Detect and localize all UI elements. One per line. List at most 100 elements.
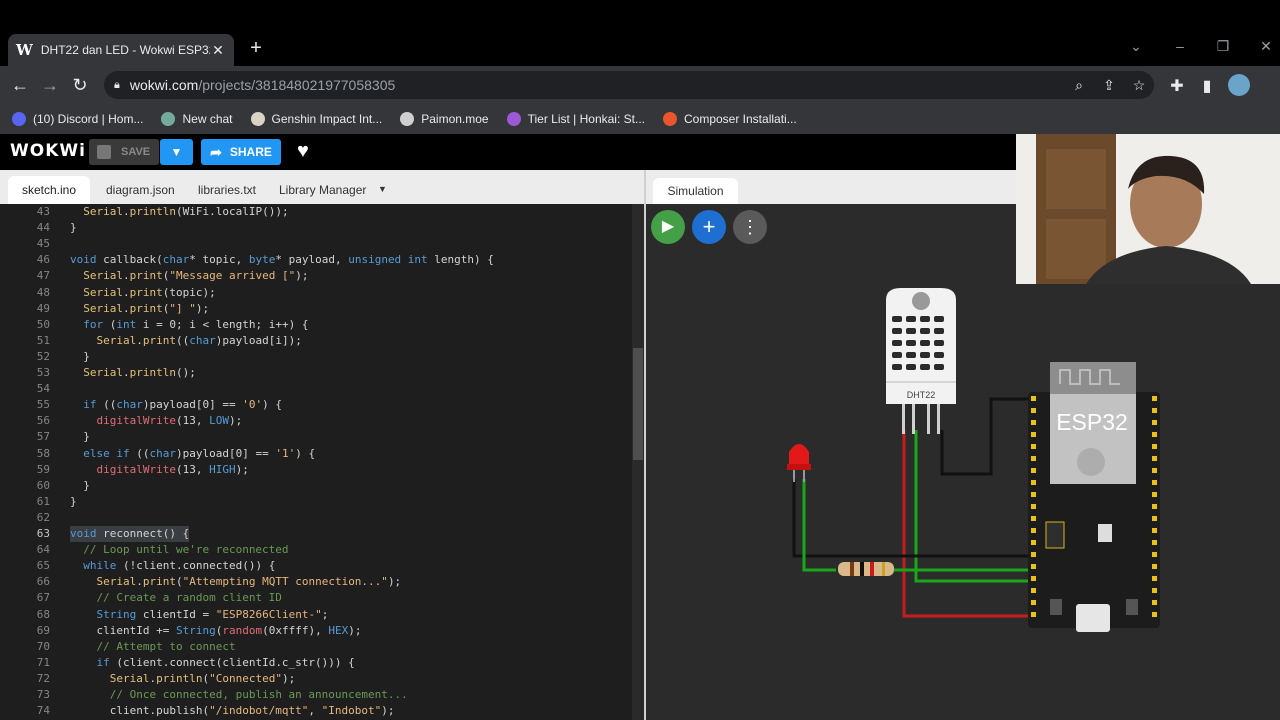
line-number: 65 (36, 559, 50, 573)
code-line[interactable]: 46 void callback(char* topic, byte* paylo… (0, 252, 632, 268)
line-number: 71 (36, 655, 50, 669)
code-line[interactable]: 68 String clientId = "ESP8266Client-"; (0, 607, 632, 623)
code-line[interactable]: 43 Serial.println(WiFi.localIP()); (0, 204, 632, 220)
code-text: client.publish("/indobot/mqtt", "Indobot… (70, 704, 395, 718)
browser-tab[interactable]: W DHT22 dan LED - Wokwi ESP32, ✕ (8, 34, 234, 66)
code-line[interactable]: 47 Serial.print("Message arrived ["); (0, 268, 632, 284)
code-line[interactable]: 59 digitalWrite(13, HIGH); (0, 462, 632, 478)
code-text: Serial.println(); (83, 366, 196, 379)
code-line[interactable]: 66 Serial.print("Attempting MQTT connect… (0, 574, 632, 590)
code-text: if (client.connect(clientId.c_str())) { (96, 655, 355, 669)
tab-diagram-json[interactable]: diagram.json (92, 176, 189, 204)
code-text: for (int i = 0; i < length; i++) { (83, 317, 309, 331)
reload-icon[interactable]: ↻ (70, 75, 90, 95)
extensions-icon[interactable]: ✚ (1168, 76, 1186, 96)
code-line[interactable]: 72 Serial.println("Connected"); (0, 671, 632, 687)
code-line[interactable]: 53 Serial.println(); (0, 365, 632, 381)
code-line[interactable]: 70 // Attempt to connect (0, 639, 632, 655)
minimize-icon[interactable]: – (1170, 38, 1190, 54)
esp32-label: ESP32 (1056, 409, 1128, 435)
save-button[interactable]: SAVE (89, 139, 159, 165)
save-disk-icon (97, 145, 111, 159)
bookmark-item[interactable]: Paimon.moe (400, 112, 489, 126)
tab-search-icon[interactable]: ⌄ (1126, 38, 1146, 55)
code-line[interactable]: 64 // Loop until we're reconnected (0, 542, 632, 558)
tab-libraries-txt[interactable]: libraries.txt (184, 176, 270, 204)
restore-icon[interactable]: ❐ (1213, 38, 1233, 55)
line-number: 50 (36, 317, 50, 331)
bookmark-item[interactable]: New chat (161, 112, 233, 126)
code-editor[interactable]: 43 Serial.println(WiFi.localIP()); 44} 45 4… (0, 204, 645, 720)
back-icon[interactable]: ← (10, 75, 30, 95)
code-line[interactable]: 52 } (0, 349, 632, 365)
code-line[interactable]: 56 digitalWrite(13, LOW); (0, 413, 632, 429)
code-line[interactable]: 61} (0, 494, 632, 510)
forward-icon[interactable]: → (40, 75, 60, 95)
code-text: clientId += String(random(0xffff), HEX); (70, 623, 362, 637)
code-line[interactable]: 63 void reconnect() { (0, 526, 632, 542)
tab-sketch-ino[interactable]: sketch.ino (8, 176, 91, 204)
code-line[interactable]: 73 // Once connected, publish an announc… (0, 687, 632, 703)
bookmark-item[interactable]: Composer Installati... (662, 112, 797, 126)
code-line[interactable]: 60 } (0, 478, 632, 494)
line-number: 66 (36, 575, 50, 589)
code-line[interactable]: 49 Serial.print("] "); (0, 301, 632, 317)
code-line[interactable]: 58 else if ((char)payload[0] == '1') { (0, 446, 632, 462)
editor-scrollbar[interactable] (632, 204, 644, 720)
code-line[interactable]: 55 if ((char)payload[0] == '0') { (0, 397, 632, 413)
code-line[interactable]: 67 // Create a random client ID (0, 590, 632, 606)
composer-icon (662, 112, 677, 126)
zoom-icon[interactable]: ⌕ (1070, 77, 1088, 94)
webcam-overlay (1016, 134, 1280, 284)
code-line[interactable]: 57 } (0, 429, 632, 445)
bookmark-star-icon[interactable]: ☆ (1130, 77, 1148, 94)
line-number: 60 (36, 478, 50, 492)
like-heart-icon[interactable]: ♥ (297, 140, 309, 163)
code-text: // Attempt to connect (96, 639, 236, 653)
tab-simulation[interactable]: Simulation (653, 178, 738, 204)
side-panel-icon[interactable]: ▮ (1198, 76, 1216, 96)
tabs-more-icon[interactable]: ▼ (378, 184, 387, 194)
share-page-icon[interactable]: ⇪ (1100, 77, 1118, 94)
line-number: 70 (36, 639, 50, 653)
bookmark-label: Paimon.moe (421, 112, 489, 126)
code-text: String clientId = "ESP8266Client-"; (96, 607, 329, 621)
code-line[interactable]: 44} (0, 220, 632, 236)
code-line[interactable]: 50 for (int i = 0; i < length; i++) { (0, 317, 632, 333)
share-button[interactable]: ➦ SHARE (201, 139, 281, 165)
save-dropdown-button[interactable]: ▼ (160, 139, 193, 165)
code-line[interactable]: 69 clientId += String(random(0xffff), HE… (0, 623, 632, 639)
code-line[interactable]: 45 (0, 236, 632, 252)
wire-gnd (940, 397, 1034, 476)
tab-library-manager[interactable]: Library Manager (265, 176, 380, 204)
code-line[interactable]: 48 Serial.print(topic); (0, 285, 632, 301)
address-bar[interactable]: 🔒︎ wokwi.com/projects/381848021977058305 (104, 71, 1154, 99)
code-text: while (!client.connected()) { (83, 559, 276, 573)
code-line[interactable]: 51 Serial.print((char)payload[i]); (0, 333, 632, 349)
code-text: Serial.print("Message arrived ["); (83, 269, 309, 283)
line-number: 43 (36, 205, 50, 218)
code-line[interactable]: 65 while (!client.connected()) { (0, 558, 632, 574)
line-number: 51 (36, 333, 50, 347)
bookmark-item[interactable]: Genshin Impact Int... (250, 112, 382, 126)
code-text: if ((char)payload[0] == '0') { (83, 398, 282, 412)
code-text: digitalWrite(13, HIGH); (96, 462, 249, 476)
profile-avatar[interactable] (1228, 74, 1250, 96)
bookmark-label: (10) Discord | Hom... (33, 112, 144, 126)
line-number: 45 (36, 237, 50, 251)
new-tab-button[interactable]: + (246, 38, 266, 58)
editor-scroll-thumb[interactable] (633, 348, 643, 460)
lock-icon: 🔒︎ (114, 78, 120, 91)
wokwi-logo[interactable]: WOKWi (10, 141, 86, 161)
line-number: 58 (36, 446, 50, 460)
line-number: 49 (36, 301, 50, 315)
close-tab-icon[interactable]: ✕ (210, 42, 226, 59)
code-line[interactable]: 54 (0, 381, 632, 397)
code-line[interactable]: 62 (0, 510, 632, 526)
window-close-icon[interactable]: ✕ (1256, 38, 1276, 55)
bookmark-item[interactable]: Tier List | Honkai: St... (506, 112, 645, 126)
code-line[interactable]: 71 if (client.connect(clientId.c_str()))… (0, 655, 632, 671)
code-line[interactable]: 74 client.publish("/indobot/mqtt", "Indo… (0, 703, 632, 719)
bookmark-item[interactable]: (10) Discord | Hom... (12, 112, 143, 126)
share-arrow-icon: ➦ (210, 143, 222, 160)
